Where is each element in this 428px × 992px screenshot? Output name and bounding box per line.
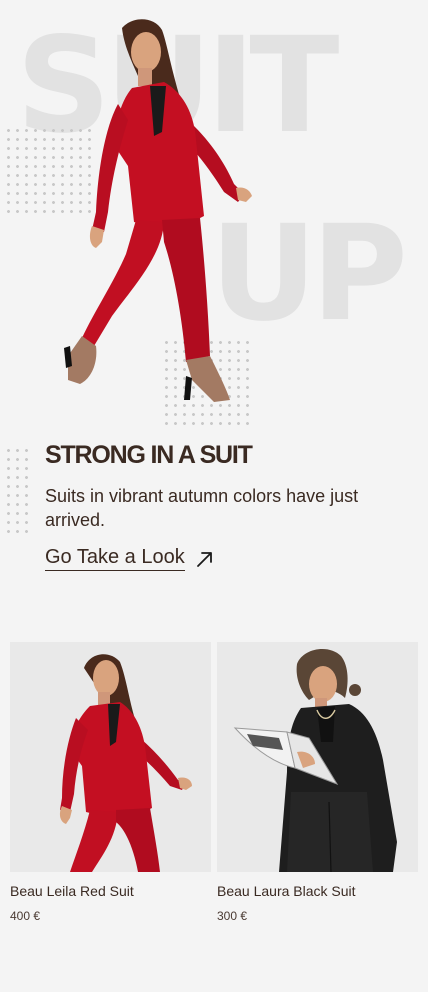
- product-photo-red-suit: [59, 654, 192, 872]
- cta-label: Go Take a Look: [45, 546, 185, 571]
- hero-subtext: Suits in vibrant autumn colors have just…: [45, 486, 359, 530]
- product-photo-black-suit: [233, 649, 397, 872]
- hero-section: SUIT UP: [0, 0, 428, 430]
- product-price: 300 €: [217, 909, 248, 923]
- hero-copy: STRONG IN A SUIT Suits in vibrant autumn…: [45, 440, 385, 571]
- hero-headline: STRONG IN A SUIT: [45, 441, 253, 469]
- product-name: Beau Leila Red Suit: [10, 883, 134, 899]
- product-grid: Beau Leila Red Suit 400 € Beau Laura Bla…: [10, 642, 418, 923]
- arrow-up-right-icon: [196, 551, 212, 567]
- hero-model-image: [64, 19, 252, 402]
- product-image: [10, 642, 211, 872]
- go-take-a-look-link[interactable]: Go Take a Look: [45, 546, 215, 571]
- product-price: 400 €: [10, 909, 41, 923]
- product-image: [217, 642, 418, 872]
- product-name: Beau Laura Black Suit: [217, 883, 356, 899]
- product-card-black-suit[interactable]: Beau Laura Black Suit 300 €: [217, 642, 418, 923]
- product-card-red-suit[interactable]: Beau Leila Red Suit 400 €: [10, 642, 211, 923]
- dot-pattern: [4, 446, 34, 538]
